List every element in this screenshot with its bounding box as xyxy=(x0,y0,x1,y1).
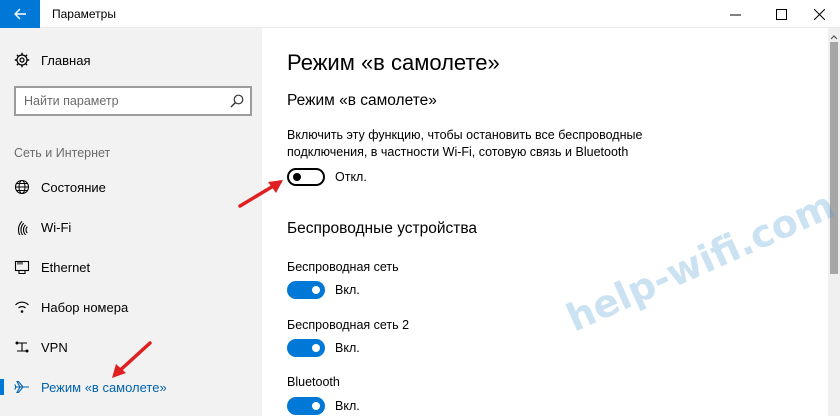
sidebar-item-label: VPN xyxy=(41,339,68,355)
sidebar-item-label: Состояние xyxy=(41,179,106,195)
scroll-up-arrow-icon[interactable] xyxy=(829,32,839,42)
gear-icon xyxy=(14,52,30,68)
wireless-section-title: Беспроводные устройства xyxy=(287,220,478,237)
sidebar-section-label: Сеть и Интернет xyxy=(14,146,111,160)
sidebar-item-status[interactable]: Состояние xyxy=(0,172,262,202)
sidebar-item-wifi[interactable]: Wi-Fi xyxy=(0,212,262,242)
title-bar: Параметры xyxy=(0,0,840,28)
toggle-knob xyxy=(312,286,320,294)
wifi-2-toggle[interactable] xyxy=(287,339,325,357)
device-toggle-row: Вкл. xyxy=(287,339,360,357)
bluetooth-toggle[interactable] xyxy=(287,397,325,415)
search-icon[interactable] xyxy=(230,94,244,108)
sidebar-item-vpn[interactable]: VPN xyxy=(0,332,262,362)
device-label-bluetooth: Bluetooth xyxy=(287,375,340,389)
close-icon xyxy=(813,8,825,20)
dialup-icon xyxy=(15,301,29,313)
wifi-icon xyxy=(18,220,28,235)
toggle-knob xyxy=(312,402,320,410)
vpn-icon xyxy=(15,341,29,353)
back-arrow-icon xyxy=(14,8,26,20)
minimize-button[interactable] xyxy=(714,0,756,28)
globe-icon xyxy=(14,179,30,195)
minimize-icon xyxy=(729,14,741,15)
toggle-knob xyxy=(293,173,301,181)
device-toggle-row: Вкл. xyxy=(287,397,360,415)
airplane-section-title: Режим «в самолете» xyxy=(287,92,437,109)
maximize-button[interactable] xyxy=(760,0,802,28)
ethernet-icon xyxy=(14,260,30,275)
maximize-icon xyxy=(775,8,787,20)
scrollbar-thumb[interactable] xyxy=(830,42,838,274)
device-label-wifi: Беспроводная сеть xyxy=(287,260,399,274)
page-title: Режим «в самолете» xyxy=(287,50,500,75)
sidebar-item-label: Wi-Fi xyxy=(41,219,72,235)
bluetooth-toggle-state: Вкл. xyxy=(335,399,360,413)
back-button[interactable] xyxy=(0,0,40,28)
wifi-toggle[interactable] xyxy=(287,281,325,299)
wifi-toggle-state: Вкл. xyxy=(335,283,360,297)
sidebar-item-airplane[interactable]: Режим «в самолете» xyxy=(0,372,262,402)
sidebar-item-label: Ethernet xyxy=(41,259,91,275)
search-placeholder: Найти параметр xyxy=(24,94,119,108)
device-label-wifi-2: Беспроводная сеть 2 xyxy=(287,318,410,332)
close-button[interactable] xyxy=(798,0,840,28)
airplane-toggle-row: Откл. xyxy=(287,168,367,186)
sidebar-item-ethernet[interactable]: Ethernet xyxy=(0,252,262,282)
window-title: Параметры xyxy=(52,7,116,21)
search-input[interactable]: Найти параметр xyxy=(14,86,252,116)
airplane-icon xyxy=(14,380,29,394)
active-indicator xyxy=(0,379,4,395)
sidebar-item-dialup[interactable]: Набор номера xyxy=(0,292,262,322)
sidebar: Главная Найти параметр Сеть и Интернет С… xyxy=(0,28,262,416)
toggle-knob xyxy=(312,344,320,352)
airplane-mode-toggle[interactable] xyxy=(287,168,325,186)
sidebar-home-label: Главная xyxy=(41,52,91,68)
airplane-description: Включить эту функцию, чтобы остановить в… xyxy=(287,128,643,159)
sidebar-home[interactable]: Главная xyxy=(14,52,90,68)
sidebar-item-label: Набор номера xyxy=(41,299,129,315)
airplane-toggle-state: Откл. xyxy=(335,170,367,184)
device-toggle-row: Вкл. xyxy=(287,281,360,299)
sidebar-item-label: Режим «в самолете» xyxy=(41,379,167,395)
wifi-2-toggle-state: Вкл. xyxy=(335,341,360,355)
